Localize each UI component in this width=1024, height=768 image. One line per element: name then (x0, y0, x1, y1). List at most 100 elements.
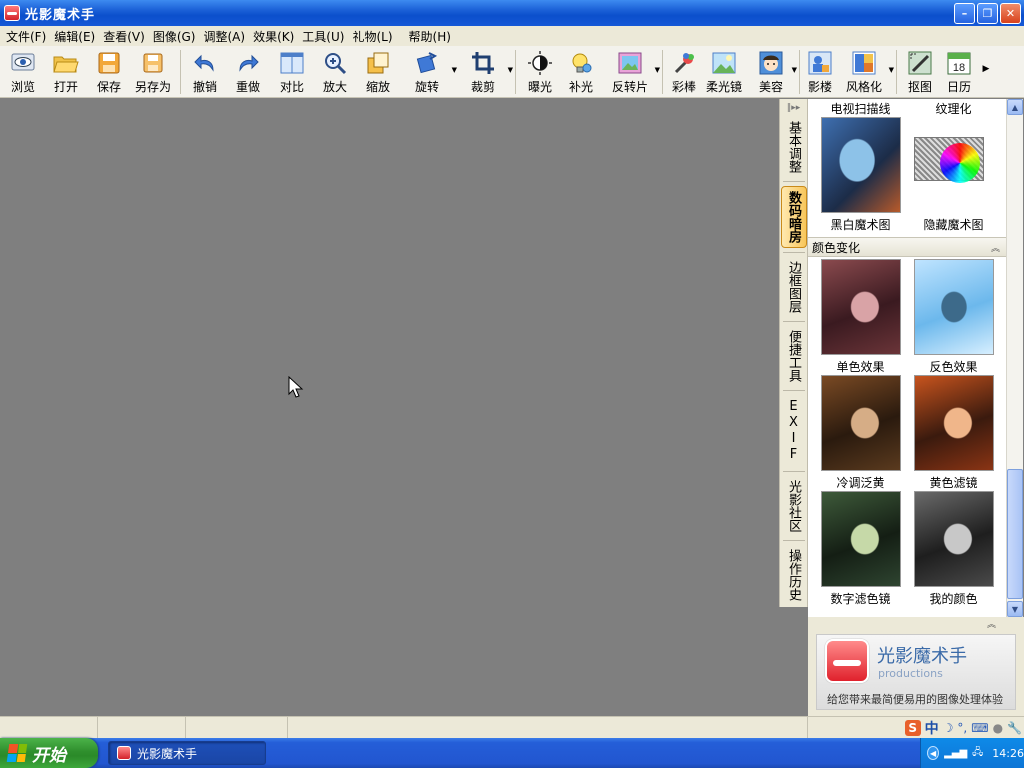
stylize-dropdown-icon[interactable]: ▼ (889, 66, 894, 74)
menu-file[interactable]: 文件(F) (4, 28, 52, 45)
menu-tools[interactable]: 工具(U) (300, 28, 350, 45)
effect-invert[interactable]: 反色效果 (909, 259, 999, 375)
scroll-down-icon[interactable]: ▼ (1007, 601, 1023, 617)
system-tray: ◀ ▂▄▆ 🖧 14:26 (920, 738, 1024, 768)
effect-label[interactable]: 纹理化 (935, 100, 971, 117)
effect-cool-yellow[interactable]: 冷调泛黄 (816, 375, 906, 491)
divider (782, 321, 805, 322)
browse-button[interactable]: 浏览 (2, 46, 44, 96)
close-button[interactable]: ✕ (1000, 3, 1021, 24)
minimize-button[interactable]: – (954, 3, 975, 24)
side-tab-bar: ‖▸▸ 基本调整 数码暗房 边框图层 便捷工具 EXIF 光影社区 操作历史 (779, 99, 808, 607)
zoom-in-button[interactable]: 放大 (313, 46, 357, 96)
title-bar: 光影魔术手 – ❐ ✕ (0, 0, 1024, 26)
taskbar: 开始 光影魔术手 ◀ ▂▄▆ 🖧 14:26 (0, 738, 1024, 768)
toolbar-separator (180, 50, 181, 94)
studio-icon (807, 50, 833, 76)
start-button[interactable]: 开始 (0, 738, 98, 768)
effect-my-color[interactable]: 我的颜色 (909, 491, 999, 607)
network-icon[interactable]: 🖧 (972, 745, 983, 762)
resize-button[interactable]: 缩放 (357, 46, 399, 96)
lightbulb-icon (568, 50, 594, 76)
cutout-button[interactable]: 抠图 (901, 46, 939, 96)
reversal-button[interactable]: 反转片 ▼ (602, 46, 660, 96)
chevron-left-icon[interactable]: ◀ (927, 746, 940, 760)
studio-button[interactable]: 影楼 (804, 46, 836, 96)
toolbar-more-button[interactable]: ▶ (979, 46, 993, 96)
beauty-dropdown-icon[interactable]: ▼ (792, 66, 797, 74)
undo-button[interactable]: 撤销 (185, 46, 225, 96)
tab-digital-darkroom[interactable]: 数码暗房 (780, 186, 807, 248)
effect-bw-magic[interactable]: 黑白魔术图 (816, 117, 906, 233)
wrench-icon[interactable]: 🔧 (1007, 721, 1022, 735)
effect-thumbnail (913, 375, 994, 471)
crop-dropdown-icon[interactable]: ▼ (508, 66, 513, 74)
brand-banner[interactable]: 光影魔术手 productions 给您带来最简便易用的图像处理体验 (816, 634, 1016, 710)
panel-scrollbar[interactable]: ▲ ▼ (1006, 99, 1023, 617)
menu-help[interactable]: 帮助(H) (407, 28, 457, 45)
soft-focus-button[interactable]: 柔光镜 (701, 46, 747, 96)
menu-adjust[interactable]: 调整(A) (201, 28, 251, 45)
toolbar-separator (515, 50, 516, 94)
menu-effects[interactable]: 效果(K) (251, 28, 300, 45)
scroll-thumb[interactable] (1007, 469, 1023, 599)
compare-button[interactable]: 对比 (271, 46, 313, 96)
menu-edit[interactable]: 编辑(E) (52, 28, 101, 45)
reversal-dropdown-icon[interactable]: ▼ (655, 66, 660, 74)
tab-border-layers[interactable]: 边框图层 (781, 257, 807, 317)
scroll-up-icon[interactable]: ▲ (1007, 99, 1023, 115)
fill-light-button[interactable]: 补光 (560, 46, 602, 96)
signal-icon[interactable]: ▂▄▆ (944, 748, 967, 759)
effects-row: 冷调泛黄 黄色滤镜 (808, 375, 1006, 491)
taskbar-app-button[interactable]: 光影魔术手 (108, 741, 266, 765)
effect-yellow-filter[interactable]: 黄色滤镜 (909, 375, 999, 491)
keyboard-icon[interactable]: ⌨ (971, 721, 988, 735)
save-button[interactable]: 保存 (88, 46, 130, 96)
beauty-button[interactable]: 美容 ▼ (747, 46, 797, 96)
moon-icon[interactable]: ☽ (943, 721, 954, 735)
soft-focus-icon (711, 50, 737, 76)
restore-button[interactable]: ❐ (977, 3, 998, 24)
open-button[interactable]: 打开 (44, 46, 88, 96)
expand-panel-icon[interactable]: ‖▸▸ (780, 99, 807, 117)
tab-basic-adjust[interactable]: 基本调整 (781, 117, 807, 177)
ime-logo-icon[interactable]: S (904, 720, 921, 736)
status-bar: S 中 ☽ °, ⌨ ● 🔧 (0, 716, 1024, 738)
stylize-button[interactable]: 风格化 ▼ (836, 46, 894, 96)
menu-view[interactable]: 查看(V) (101, 28, 151, 45)
divider (782, 252, 805, 253)
menu-gift[interactable]: 礼物(L) (350, 28, 398, 45)
stylize-icon (851, 50, 877, 76)
window-title: 光影魔术手 (25, 7, 96, 23)
menu-image[interactable]: 图像(G) (151, 28, 202, 45)
calendar-button[interactable]: 18 日历 (939, 46, 979, 96)
collapse-up-icon[interactable]: ︽ (991, 241, 1000, 254)
exposure-button[interactable]: 曝光 (520, 46, 560, 96)
rotate-button[interactable]: 旋转 ▼ (399, 46, 457, 96)
effect-hidden-magic[interactable]: 隐藏魔术图 (909, 117, 999, 233)
tab-history[interactable]: 操作历史 (781, 545, 807, 605)
image-canvas[interactable] (0, 99, 780, 716)
user-icon[interactable]: ● (993, 721, 1003, 735)
tab-quick-tools[interactable]: 便捷工具 (781, 326, 807, 386)
punctuation-icon[interactable]: °, (957, 721, 967, 735)
effect-label[interactable]: 电视扫描线 (830, 100, 890, 117)
folder-open-icon (53, 50, 79, 76)
eye-icon (10, 50, 36, 76)
rotate-icon (414, 50, 440, 76)
mouse-cursor-icon (288, 376, 304, 398)
save-as-button[interactable]: 另存为 (130, 46, 176, 96)
color-pen-button[interactable]: 彩棒 (667, 46, 701, 96)
effect-monochrome[interactable]: 单色效果 (816, 259, 906, 375)
crop-button[interactable]: 裁剪 ▼ (455, 46, 513, 96)
section-color-change[interactable]: 颜色变化 ︽ (808, 237, 1006, 257)
effect-thumbnail (820, 491, 901, 587)
ime-chinese-mode[interactable]: 中 (925, 718, 939, 738)
app-logo-icon (4, 5, 20, 21)
collapse-up-icon[interactable]: ︽ (987, 617, 996, 633)
effect-digital-color-filter[interactable]: 数字滤色镜 (816, 491, 906, 607)
tab-community[interactable]: 光影社区 (781, 476, 807, 536)
tab-exif[interactable]: EXIF (781, 395, 807, 467)
effect-thumbnail (913, 259, 994, 355)
redo-button[interactable]: 重做 (225, 46, 271, 96)
